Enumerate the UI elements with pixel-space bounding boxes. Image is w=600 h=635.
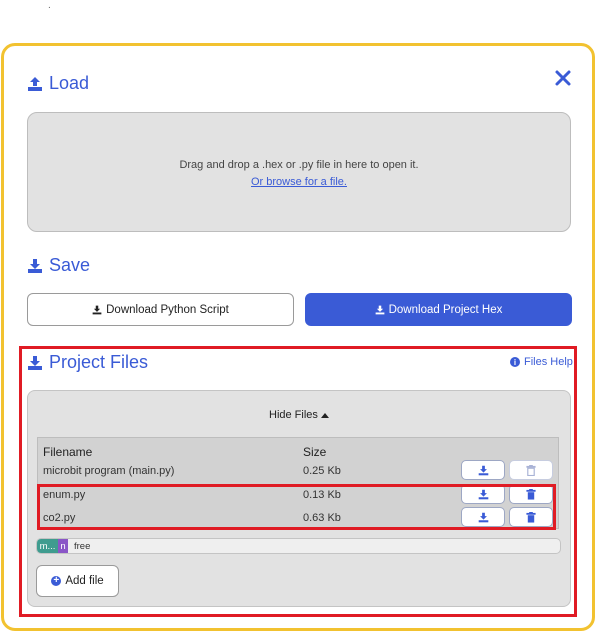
close-icon[interactable] bbox=[554, 69, 572, 87]
plus-circle-icon: + bbox=[51, 576, 62, 586]
file-name: enum.py bbox=[43, 489, 86, 501]
file-size: 0.25 Kb bbox=[303, 465, 341, 477]
file-dropzone[interactable]: Drag and drop a .hex or .py file in here… bbox=[27, 112, 571, 232]
delete-file-button[interactable] bbox=[509, 484, 553, 504]
stray-mark: . bbox=[48, 0, 51, 11]
save-title: Save bbox=[49, 255, 91, 275]
download-icon bbox=[478, 489, 488, 499]
upload-icon bbox=[28, 76, 42, 91]
delete-file-button[interactable] bbox=[509, 507, 553, 527]
size-header: Size bbox=[303, 445, 327, 459]
download-file-button[interactable] bbox=[461, 460, 505, 480]
file-size: 0.63 Kb bbox=[303, 512, 341, 524]
file-size: 0.13 Kb bbox=[303, 489, 341, 501]
files-help-label: Files Help bbox=[524, 356, 573, 368]
add-file-button[interactable]: + Add file bbox=[36, 565, 119, 597]
add-file-label: Add file bbox=[65, 575, 104, 587]
hide-files-toggle[interactable]: Hide Files bbox=[269, 409, 329, 421]
download-python-label: Download Python Script bbox=[106, 303, 229, 316]
storage-segment-main: m... bbox=[37, 539, 58, 553]
file-name: co2.py bbox=[43, 512, 76, 524]
trash-icon bbox=[526, 488, 536, 500]
project-files-heading: Project Files bbox=[27, 352, 148, 373]
download-icon bbox=[375, 305, 384, 314]
trash-icon bbox=[526, 464, 536, 476]
hide-files-label: Hide Files bbox=[269, 409, 318, 421]
trash-icon bbox=[526, 511, 536, 523]
download-icon bbox=[478, 512, 488, 522]
delete-file-button[interactable] bbox=[509, 460, 553, 480]
download-project-hex-button[interactable]: Download Project Hex bbox=[305, 293, 572, 326]
browse-file-link[interactable]: Or browse for a file. bbox=[28, 176, 570, 188]
info-icon: i bbox=[510, 357, 520, 367]
dropzone-text: Drag and drop a .hex or .py file in here… bbox=[179, 159, 419, 171]
file-name: microbit program (main.py) bbox=[43, 465, 175, 477]
download-file-button[interactable] bbox=[461, 507, 505, 527]
download-hex-label: Download Project Hex bbox=[388, 303, 503, 316]
load-heading: Load bbox=[27, 73, 89, 94]
storage-usage-bar: m... n free bbox=[36, 538, 561, 554]
download-icon bbox=[92, 305, 102, 314]
download-python-script-button[interactable]: Download Python Script bbox=[27, 293, 294, 326]
project-files-title: Project Files bbox=[49, 352, 149, 372]
load-title: Load bbox=[49, 73, 90, 93]
storage-free-label: free bbox=[74, 540, 91, 552]
download-icon bbox=[28, 355, 42, 370]
files-help-link[interactable]: i Files Help bbox=[510, 356, 573, 368]
download-icon bbox=[478, 465, 488, 475]
download-file-button[interactable] bbox=[461, 484, 505, 504]
download-icon bbox=[28, 258, 42, 273]
filename-header: Filename bbox=[43, 445, 93, 459]
caret-up-icon bbox=[320, 412, 329, 418]
save-heading: Save bbox=[27, 255, 90, 276]
storage-segment-modules: n bbox=[58, 539, 68, 553]
